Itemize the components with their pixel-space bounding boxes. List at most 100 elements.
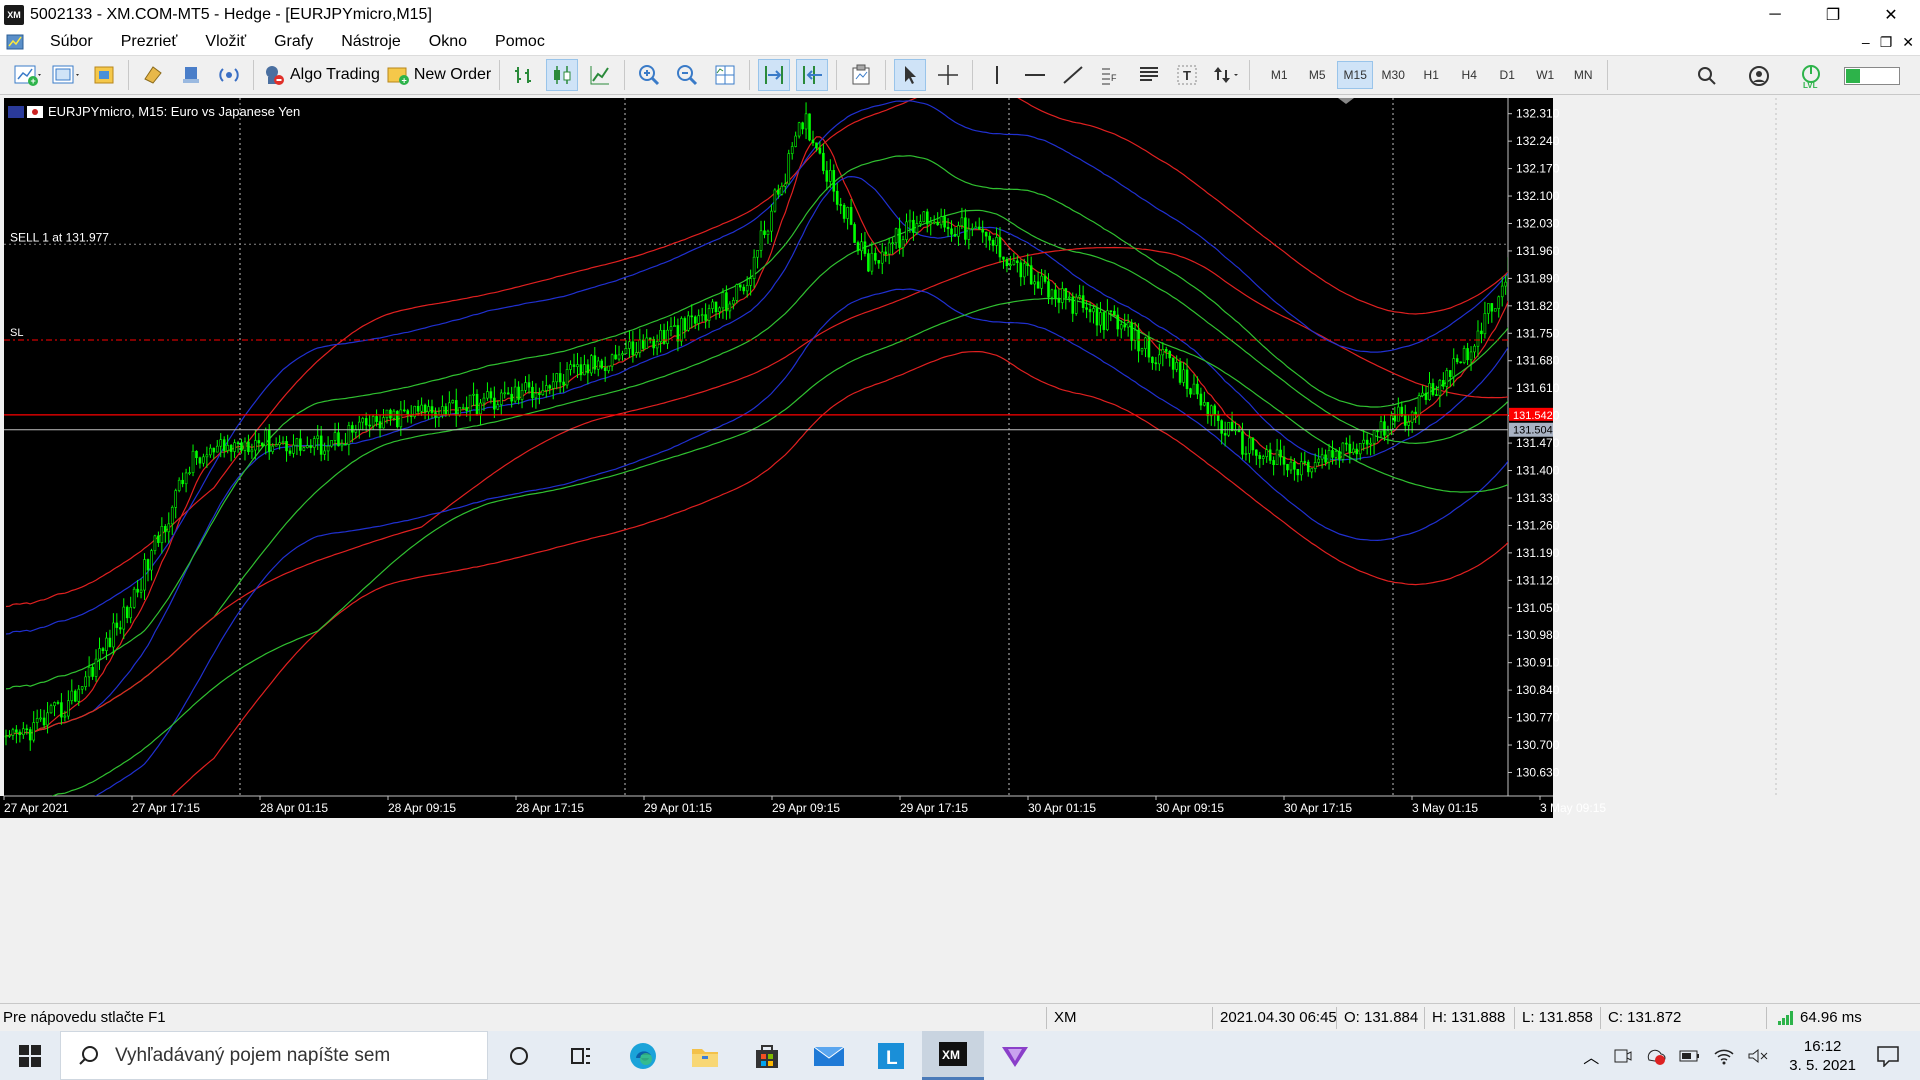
candle-body [1206, 402, 1210, 417]
templates-button[interactable] [845, 59, 877, 91]
maximize-button[interactable]: ❐ [1804, 0, 1862, 29]
candle-body [614, 354, 617, 360]
search-icon[interactable] [1691, 60, 1723, 92]
tray-wifi-icon[interactable] [1713, 1047, 1735, 1065]
cortana-icon[interactable] [488, 1031, 550, 1080]
task-view-icon[interactable] [550, 1031, 612, 1080]
candle-body [842, 204, 846, 219]
candle-body [1033, 281, 1036, 285]
candle-body [919, 221, 922, 224]
timeframe-m5[interactable]: M5 [1299, 61, 1335, 89]
timeframe-mn[interactable]: MN [1565, 61, 1601, 89]
chart-window[interactable]: 132.310 132.240 132.170 132.100 132.030 131.9… [0, 96, 1920, 1000]
candle-body [641, 339, 645, 349]
mail-icon[interactable] [798, 1031, 860, 1080]
tile-windows-button[interactable] [709, 59, 741, 91]
algo-trading-button[interactable]: Algo Trading [262, 59, 380, 91]
candle-body [874, 252, 877, 261]
candle-body [1490, 303, 1494, 312]
l-app-icon[interactable]: L [860, 1031, 922, 1080]
text-tool-button[interactable]: T [1171, 59, 1203, 91]
chart-window-icon[interactable] [4, 32, 26, 52]
notifications-icon[interactable] [1876, 1045, 1900, 1067]
candle-body [1147, 337, 1151, 358]
trendline-tool-button[interactable] [1057, 59, 1089, 91]
candle-body [191, 450, 195, 473]
menu-nastroje[interactable]: Nástroje [327, 29, 415, 55]
menu-okno[interactable]: Okno [415, 29, 481, 55]
menu-pomoc[interactable]: Pomoc [481, 29, 559, 55]
timeframe-h1[interactable]: H1 [1413, 61, 1449, 89]
timeframe-m1[interactable]: M1 [1261, 61, 1297, 89]
edge-browser-icon[interactable] [612, 1031, 674, 1080]
line-chart-button[interactable] [584, 59, 616, 91]
menu-prezriet[interactable]: Prezrieť [107, 29, 192, 55]
crosshair-tool-button[interactable] [932, 59, 964, 91]
vps-lvl-icon[interactable]: LVL [1795, 60, 1827, 92]
candle-body [375, 416, 378, 422]
xm-mt5-taskbar-icon[interactable]: XM [922, 1031, 984, 1080]
candle-body [925, 211, 929, 225]
start-button[interactable] [0, 1031, 60, 1080]
timeframe-w1[interactable]: W1 [1527, 61, 1563, 89]
data-window-button[interactable] [137, 59, 169, 91]
vertical-line-tool-button[interactable] [981, 59, 1013, 91]
market-watch-button[interactable] [88, 59, 120, 91]
menu-subor[interactable]: Súbor [36, 29, 107, 55]
candle-body [1248, 437, 1251, 454]
channel-tool-button[interactable] [1133, 59, 1165, 91]
taskbar-search-box[interactable]: Vyhľadávaný pojem napíšte sem [60, 1031, 488, 1080]
tray-battery-icon[interactable] [1679, 1048, 1701, 1064]
candle-body [295, 438, 299, 446]
cursor-tool-button[interactable] [894, 59, 927, 91]
chart-shift-button[interactable] [796, 59, 829, 91]
menu-grafy[interactable]: Grafy [260, 29, 327, 55]
candle-body [877, 260, 881, 264]
candlestick-chart-button[interactable] [546, 59, 579, 91]
candle-body [1372, 430, 1376, 444]
profiles-button[interactable] [50, 59, 82, 91]
zoom-out-button[interactable] [671, 59, 703, 91]
timeframe-m30[interactable]: M30 [1375, 61, 1411, 89]
menu-vlozit[interactable]: Vložiť [191, 29, 260, 55]
navigator-button[interactable] [175, 59, 207, 91]
timeframe-m15[interactable]: M15 [1337, 61, 1374, 89]
tray-security-icon[interactable] [1645, 1046, 1667, 1066]
candle-body [1095, 308, 1099, 326]
timeframe-h4[interactable]: H4 [1451, 61, 1487, 89]
mdi-minimize-button[interactable]: – [1862, 29, 1870, 55]
new-chart-button[interactable]: + [12, 59, 44, 91]
new-order-button[interactable]: + New Order [386, 59, 491, 91]
store-icon[interactable] [736, 1031, 798, 1080]
mdi-restore-button[interactable]: ❐ [1880, 29, 1893, 55]
signals-button[interactable] [213, 59, 245, 91]
candle-body [1473, 345, 1476, 353]
taskbar-clock[interactable]: 16:12 3. 5. 2021 [1789, 1037, 1856, 1075]
fibonacci-tool-button[interactable]: F [1095, 59, 1127, 91]
candle-body [1497, 296, 1501, 309]
bid-price-label: 131.504 [1513, 425, 1553, 437]
candle-body [1313, 462, 1317, 469]
auto-scroll-button[interactable] [758, 59, 791, 91]
mdi-close-button[interactable]: ✕ [1902, 29, 1914, 55]
candle-body [1009, 264, 1012, 267]
viber-app-icon[interactable] [984, 1031, 1046, 1080]
close-button[interactable]: ✕ [1862, 0, 1920, 29]
tray-volume-muted-icon[interactable] [1747, 1047, 1769, 1065]
bar-chart-button[interactable] [508, 59, 540, 91]
candle-body [756, 250, 759, 258]
file-explorer-icon[interactable] [674, 1031, 736, 1080]
price-chart[interactable]: 132.310 132.240 132.170 132.100 132.030 131.9… [0, 96, 1920, 1000]
timeframe-d1[interactable]: D1 [1489, 61, 1525, 89]
arrows-tool-button[interactable] [1209, 59, 1241, 91]
candle-body [991, 239, 995, 246]
zoom-in-button[interactable] [633, 59, 665, 91]
candle-body [1223, 433, 1227, 436]
price-tick-label: 131.120 [1516, 573, 1560, 587]
horizontal-line-tool-button[interactable] [1019, 59, 1051, 91]
candle-body [482, 397, 486, 404]
tray-chevron-up-icon[interactable]: ︿ [1583, 1044, 1599, 1068]
account-icon[interactable] [1743, 60, 1775, 92]
minimize-button[interactable]: ─ [1746, 0, 1804, 29]
tray-meet-icon[interactable] [1613, 1047, 1633, 1065]
